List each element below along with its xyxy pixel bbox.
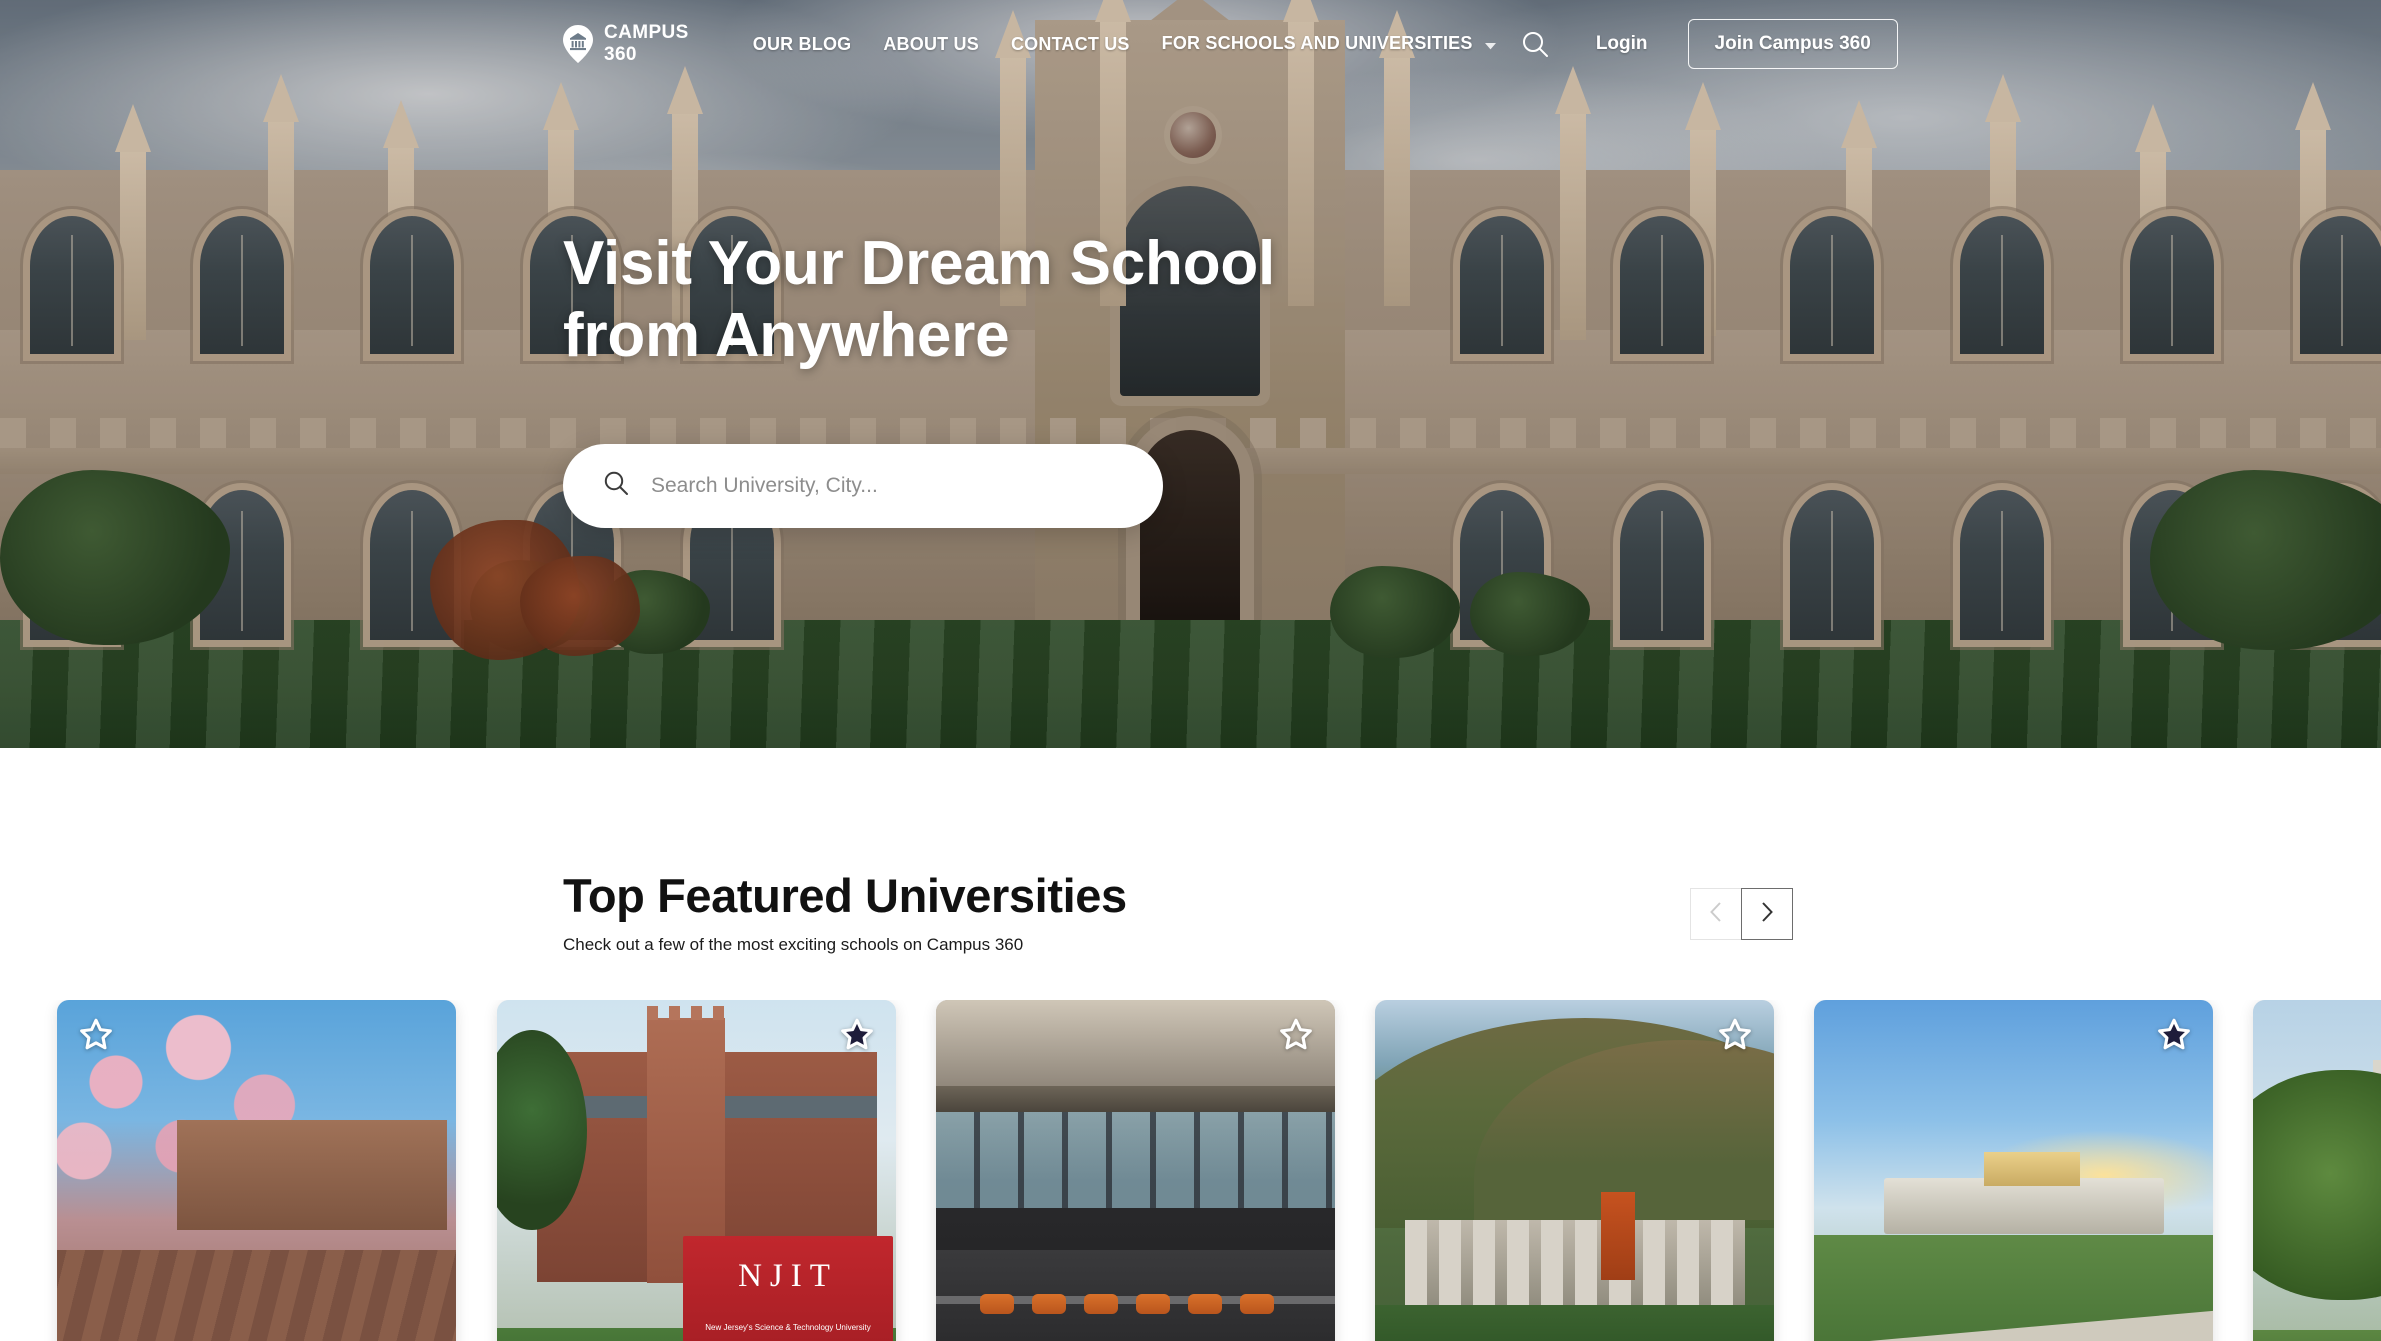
spire — [115, 104, 151, 340]
card-photo — [2253, 1000, 2381, 1341]
card-photo — [936, 1000, 1335, 1341]
star-icon[interactable] — [79, 1018, 113, 1052]
shrub — [2150, 470, 2381, 650]
chevron-down-icon — [1484, 34, 1496, 55]
star-icon[interactable] — [2157, 1018, 2191, 1052]
carousel-prev-button[interactable] — [1690, 888, 1742, 940]
gothic-window — [370, 216, 454, 354]
nav-label: FOR SCHOOLS AND UNIVERSITIES — [1161, 33, 1473, 54]
gothic-window — [1460, 216, 1544, 354]
gothic-window — [2300, 216, 2381, 354]
gothic-window — [1790, 490, 1874, 640]
njit-tagline: New Jersey's Science & Technology Univer… — [705, 1323, 871, 1333]
chevron-left-icon — [1708, 900, 1724, 929]
njit-sign: NJIT New Jersey's Science & Technology U… — [683, 1236, 893, 1341]
university-card[interactable] — [1375, 1000, 1774, 1341]
hero-banner: CAMPUS 360 OUR BLOG ABOUT US CONTACT US … — [0, 0, 2381, 748]
card-photo: NJIT New Jersey's Science & Technology U… — [497, 1000, 896, 1341]
nav-label: OUR BLOG — [752, 33, 852, 54]
gothic-window — [1620, 490, 1704, 640]
university-card[interactable] — [2253, 1000, 2381, 1341]
njit-wordmark: NJIT — [738, 1258, 838, 1294]
gothic-window — [1620, 216, 1704, 354]
page-title: Top Featured Universities — [563, 869, 1127, 922]
nav-label: ABOUT US — [883, 33, 979, 54]
nav-actions: Login Join Campus 360 — [1512, 19, 1898, 69]
hero-search-bar[interactable] — [563, 443, 1163, 528]
nav-item-about-us[interactable]: ABOUT US — [867, 34, 995, 55]
university-card[interactable] — [57, 1000, 456, 1341]
gothic-window — [1960, 490, 2044, 640]
star-icon[interactable] — [840, 1018, 874, 1052]
nav-item-our-blog[interactable]: OUR BLOG — [737, 34, 868, 55]
gothic-window — [1790, 216, 1874, 354]
gothic-window — [1960, 216, 2044, 354]
university-cards-carousel[interactable]: NJIT New Jersey's Science & Technology U… — [0, 1000, 2381, 1341]
card-photo — [57, 1000, 456, 1341]
featured-universities-section: Top Featured Universities Check out a fe… — [0, 748, 2381, 1341]
featured-subtitle: Check out a few of the most exciting sch… — [563, 935, 1024, 954]
spire — [1379, 10, 1415, 306]
autumn-ivy — [520, 556, 640, 656]
hero-title-line-2: from Anywhere — [563, 300, 1010, 370]
campus-pin-icon — [563, 25, 593, 63]
chevron-right-icon — [1759, 900, 1775, 929]
star-icon[interactable] — [1279, 1018, 1313, 1052]
hero-content: Visit Your Dream School from Anywhere — [563, 228, 1275, 528]
spire — [1555, 66, 1591, 340]
main-menu: OUR BLOG ABOUT US CONTACT US FOR SCHOOLS… — [737, 33, 1512, 55]
nav-item-for-schools-and-universities[interactable]: FOR SCHOOLS AND UNIVERSITIES — [1146, 33, 1512, 55]
top-navigation-bar: CAMPUS 360 OUR BLOG ABOUT US CONTACT US … — [0, 0, 2381, 88]
carousel-controls — [1690, 888, 1793, 940]
nav-item-contact-us[interactable]: CONTACT US — [995, 34, 1146, 55]
brand-name: CAMPUS 360 — [604, 22, 689, 65]
login-button[interactable]: Login — [1596, 33, 1648, 55]
card-photo — [1375, 1000, 1774, 1341]
hero-title-line-1: Visit Your Dream School — [563, 229, 1276, 298]
carousel-next-button[interactable] — [1741, 888, 1793, 940]
hero-title: Visit Your Dream School from Anywhere — [563, 228, 1275, 372]
gothic-window — [2130, 216, 2214, 354]
card-photo — [1814, 1000, 2213, 1341]
university-card[interactable] — [1814, 1000, 2213, 1341]
university-card[interactable]: NJIT New Jersey's Science & Technology U… — [497, 1000, 896, 1341]
nav-label: CONTACT US — [1010, 33, 1130, 54]
search-input[interactable] — [651, 473, 1111, 498]
gothic-window — [200, 216, 284, 354]
search-icon — [603, 470, 629, 501]
star-icon[interactable] — [1718, 1018, 1752, 1052]
gothic-window — [30, 216, 114, 354]
join-campus-360-button[interactable]: Join Campus 360 — [1687, 19, 1898, 69]
university-card[interactable] — [936, 1000, 1335, 1341]
brand-logo[interactable]: CAMPUS 360 — [563, 22, 689, 66]
search-icon[interactable] — [1512, 21, 1558, 67]
featured-header: Top Featured Universities Check out a fe… — [563, 868, 1127, 955]
